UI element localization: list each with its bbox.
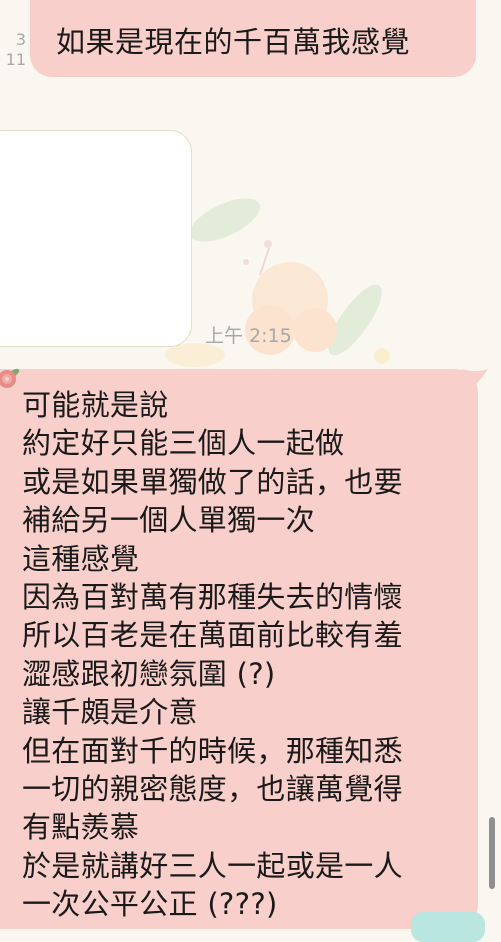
message-line: 但在面對千的時候，那種知悉 [22,733,403,768]
message-line: 於是就講好三人一起或是一人 [22,848,403,883]
message-line: 或是如果單獨做了的話，也要 [22,464,403,499]
scrollbar[interactable] [489,817,495,889]
read-count: 3 [15,30,26,49]
message-line: 一切的親密態度，也讓萬覺得 [22,771,403,806]
message-line: 澀感跟初戀氛圍 (?) [22,656,276,691]
message-bubble-top[interactable]: 如果是現在的千百萬我感覺 [30,0,476,77]
message-line: 一次公平公正 (???) [22,887,278,922]
message-line: 補給另一個人單獨一次 [22,503,316,538]
message-line: 因為百對萬有那種失去的情懷 [22,579,403,614]
message-line: 有點羨慕 [22,810,140,845]
read-time: 11 [5,50,26,69]
message-line: 這種感覺 [22,541,140,576]
message-line: 約定好只能三個人一起做 [22,426,345,461]
bubble-tail-icon [462,369,488,391]
scroll-to-bottom-button[interactable] [411,912,485,942]
message-line: 讓千頗是介意 [22,695,198,730]
media-attachment[interactable] [0,130,192,347]
message-line: 所以百老是在萬面前比較有羞 [22,618,403,653]
message-line: 可能就是說 [22,388,169,422]
flower-icon[interactable] [0,364,24,394]
message-text: 如果是現在的千百萬我感覺 [56,25,411,59]
read-receipt: 3 11 [0,30,26,70]
message-text-lines: 可能就是說 約定好只能三個人一起做 或是如果單獨做了的話，也要 補給另一個人單獨… [22,386,403,923]
message-timestamp: 上午 2:15 [205,325,292,347]
